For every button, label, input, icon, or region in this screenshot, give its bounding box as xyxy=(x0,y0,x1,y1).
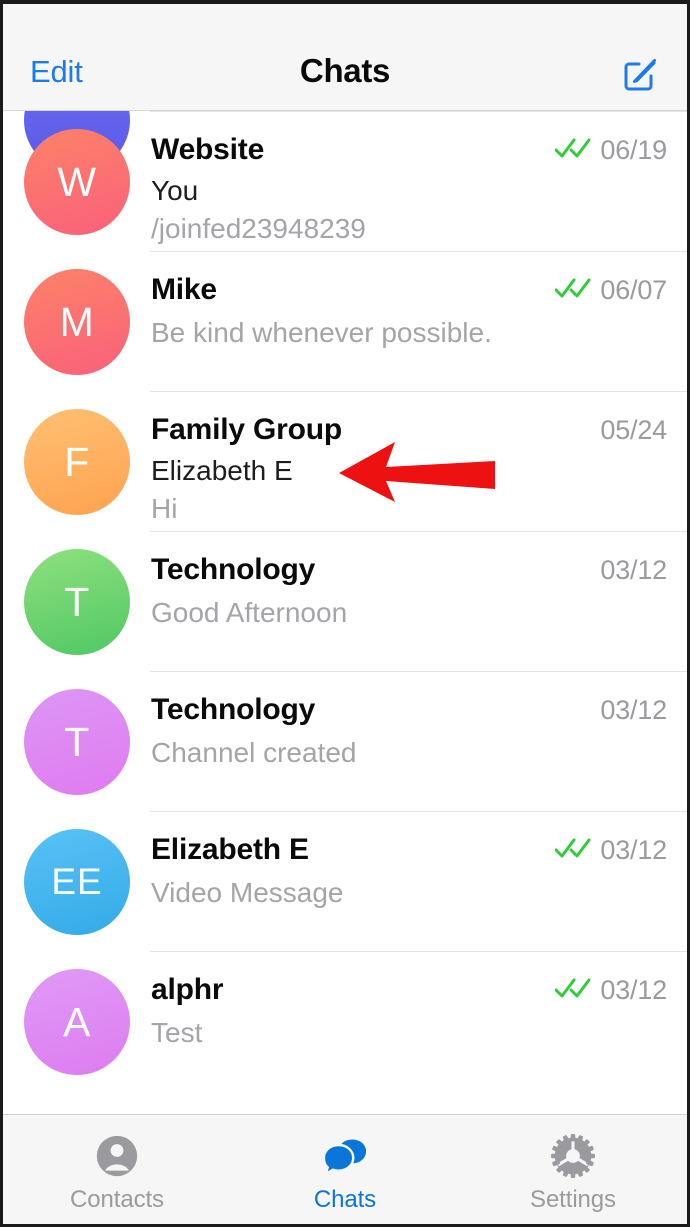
chat-meta: 03/12 xyxy=(600,693,667,726)
double-check-icon-glyph xyxy=(554,838,591,858)
double-check-icon-glyph xyxy=(554,978,591,998)
chat-row-body: Elizabeth E 03/12 Video Message xyxy=(151,811,687,909)
chats-icon-glyph xyxy=(323,1139,367,1176)
chat-row-body: Mike 06/07 Be kind whenever possible. xyxy=(151,251,687,349)
avatar[interactable]: F xyxy=(24,409,130,515)
chat-title: Mike xyxy=(151,273,217,306)
chat-preview: /joinfed23948239 xyxy=(151,213,366,244)
tab-contacts-label: Contacts xyxy=(70,1185,164,1213)
contacts-icon-glyph xyxy=(96,1135,138,1176)
avatar[interactable]: T xyxy=(24,549,130,655)
double-check-icon-glyph xyxy=(554,138,591,158)
chat-row-header: Technology 03/12 xyxy=(151,693,667,727)
chat-preview: Test xyxy=(151,1017,203,1048)
double-check-icon-glyph xyxy=(554,278,591,298)
double-check-icon xyxy=(554,137,593,164)
chat-row[interactable]: M Mike 06/07 Be kind whenever possible. xyxy=(3,251,687,391)
chat-row-body: Technology 03/12 Good Afternoon xyxy=(151,531,687,629)
double-check-icon xyxy=(554,837,593,864)
chat-row-body: Family Group 05/24 Elizabeth E Hi xyxy=(151,391,687,525)
page-title: Chats xyxy=(299,52,391,89)
chat-date: 03/12 xyxy=(600,835,667,865)
chat-row-header: Website 06/19 xyxy=(151,133,667,167)
double-check-icon xyxy=(554,977,593,1004)
chat-row[interactable]: T Technology 03/12 Channel created xyxy=(3,671,687,811)
tab-settings-label: Settings xyxy=(530,1185,616,1213)
chat-sender: Elizabeth E xyxy=(151,455,293,486)
chat-row[interactable]: Aalphr 03/12 Test xyxy=(3,951,687,1091)
chat-meta: 03/12 xyxy=(554,833,667,866)
chat-row-header: alphr 03/12 xyxy=(151,973,667,1007)
chat-list[interactable]: W Website 06/19 You/joinfed23948239 M Mike 06/… xyxy=(3,111,687,1115)
avatar[interactable]: A xyxy=(24,969,130,1075)
chat-row-header: Family Group 05/24 xyxy=(151,413,667,447)
chat-preview: Be kind whenever possible. xyxy=(151,317,492,348)
chat-meta: 03/12 xyxy=(600,553,667,586)
chat-row-body: Website 06/19 You/joinfed23948239 xyxy=(151,111,687,245)
chat-title: alphr xyxy=(151,973,224,1006)
chat-meta: 06/07 xyxy=(554,273,667,306)
chat-sender: You xyxy=(151,175,199,206)
phone-screen: Edit Chats W Website 06/19 You/joinfed23948… xyxy=(0,0,690,1227)
chat-date: 05/24 xyxy=(600,415,667,445)
chat-row[interactable]: T Technology 03/12 Good Afternoon xyxy=(3,531,687,671)
avatar[interactable]: T xyxy=(24,689,130,795)
settings-gear-icon-glyph xyxy=(551,1133,595,1178)
chat-meta: 03/12 xyxy=(554,973,667,1006)
chat-row-body: alphr 03/12 Test xyxy=(151,951,687,1049)
chat-title: Family Group xyxy=(151,413,342,446)
chats-icon xyxy=(323,1132,367,1180)
chat-preview: Video Message xyxy=(151,877,344,908)
chat-meta: 05/24 xyxy=(600,413,667,446)
contacts-icon xyxy=(95,1132,139,1180)
settings-gear-icon xyxy=(551,1132,595,1180)
chat-title: Technology xyxy=(151,693,316,726)
avatar[interactable]: EE xyxy=(24,829,130,935)
tab-chats-label: Chats xyxy=(313,1185,377,1213)
chat-row-header: Mike 06/07 xyxy=(151,273,667,307)
chat-date: 06/19 xyxy=(600,135,667,165)
chat-preview: Hi xyxy=(151,493,178,524)
chat-preview: Good Afternoon xyxy=(151,597,348,628)
chat-title: Elizabeth E xyxy=(151,833,309,866)
avatar[interactable]: M xyxy=(24,269,130,375)
tab-bar: Contacts Chats Settings xyxy=(3,1114,687,1224)
chat-title: Technology xyxy=(151,553,316,586)
chat-row-header: Technology 03/12 xyxy=(151,553,667,587)
avatar[interactable]: W xyxy=(24,129,130,235)
chat-row-body: Technology 03/12 Channel created xyxy=(151,671,687,769)
chat-date: 03/12 xyxy=(600,695,667,725)
compose-icon-glyph xyxy=(624,59,656,91)
chat-date: 06/07 xyxy=(600,275,667,305)
chat-row-header: Elizabeth E 03/12 xyxy=(151,833,667,867)
chat-row[interactable]: EE Elizabeth E 03/12 Video Message xyxy=(3,811,687,951)
tab-settings[interactable]: Settings xyxy=(459,1115,687,1224)
compose-icon[interactable] xyxy=(621,54,661,94)
chat-row[interactable]: F Family Group 05/24 Elizabeth E Hi xyxy=(3,391,687,531)
double-check-icon xyxy=(554,277,593,304)
chat-meta: 06/19 xyxy=(554,133,667,166)
chat-preview: Channel created xyxy=(151,737,357,768)
chat-date: 03/12 xyxy=(600,555,667,585)
chat-title: Website xyxy=(151,133,265,166)
tab-chats[interactable]: Chats xyxy=(231,1115,459,1224)
chat-row[interactable]: W Website 06/19 You/joinfed23948239 xyxy=(3,111,687,251)
tab-contacts[interactable]: Contacts xyxy=(3,1115,231,1224)
navigation-bar: Edit Chats xyxy=(3,4,687,111)
chat-date: 03/12 xyxy=(600,975,667,1005)
